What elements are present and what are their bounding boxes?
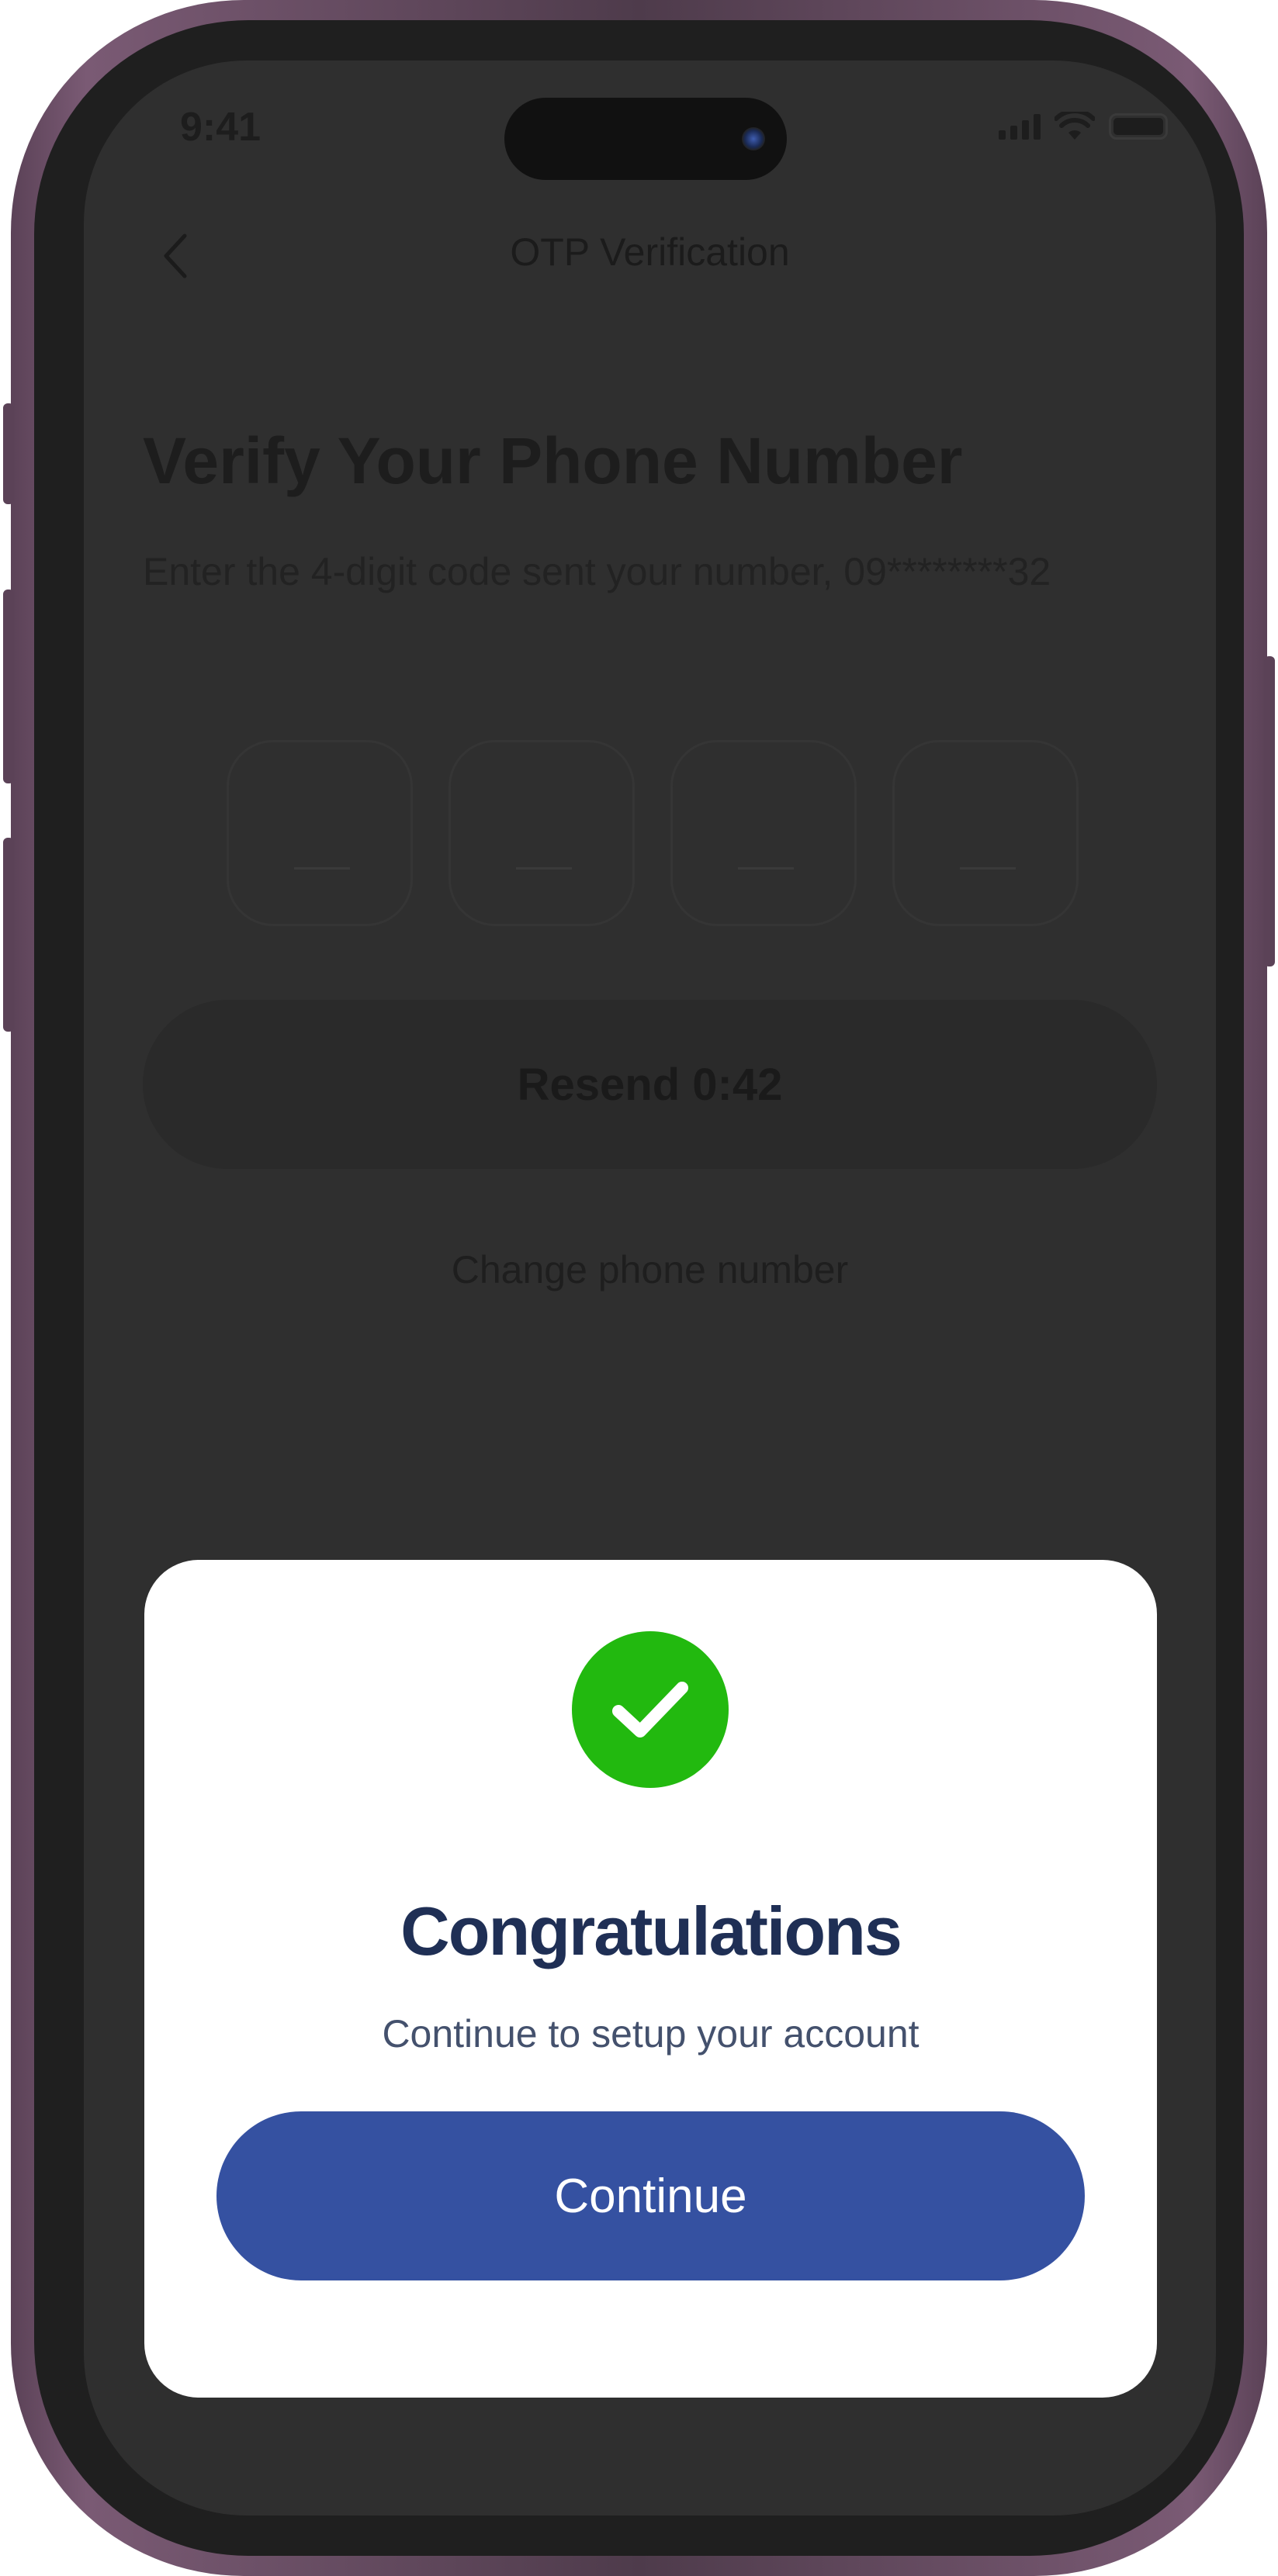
wifi-icon (1055, 112, 1095, 140)
signal-icon (999, 113, 1041, 140)
modal-subtitle: Continue to setup your account (382, 2012, 920, 2056)
camera-icon (742, 127, 765, 150)
volume-up-button (3, 590, 14, 783)
success-modal: Congratulations Continue to setup your a… (144, 1560, 1157, 2398)
otp-digit-4[interactable] (892, 740, 1079, 926)
action-button (3, 403, 14, 504)
header-title: OTP Verification (510, 230, 790, 274)
dynamic-island (504, 98, 787, 180)
battery-icon (1109, 113, 1168, 140)
phone-frame: 9:41 OTP Verification Verify Your Phone … (3, 0, 1275, 2576)
continue-button[interactable]: Continue (216, 2111, 1085, 2280)
otp-placeholder-dash (960, 867, 1016, 870)
otp-input-group (227, 740, 1079, 926)
otp-digit-2[interactable] (449, 740, 635, 926)
otp-placeholder-dash (294, 867, 350, 870)
otp-placeholder-dash (516, 867, 572, 870)
otp-digit-3[interactable] (670, 740, 857, 926)
status-icons (999, 112, 1168, 141)
success-badge (572, 1631, 729, 1788)
check-icon (612, 1682, 688, 1738)
volume-down-button (3, 838, 14, 1032)
modal-title: Congratulations (400, 1893, 902, 1969)
resend-button[interactable]: Resend 0:42 (143, 1000, 1157, 1169)
page-subtitle: Enter the 4-digit code sent your number,… (143, 550, 1051, 593)
change-phone-link[interactable]: Change phone number (84, 1247, 1216, 1292)
power-button (1264, 656, 1275, 966)
otp-placeholder-dash (738, 867, 794, 870)
otp-digit-1[interactable] (227, 740, 413, 926)
screen: 9:41 OTP Verification Verify Your Phone … (84, 61, 1216, 2515)
page-heading: Verify Your Phone Number (143, 424, 963, 497)
status-time: 9:41 (180, 105, 261, 150)
